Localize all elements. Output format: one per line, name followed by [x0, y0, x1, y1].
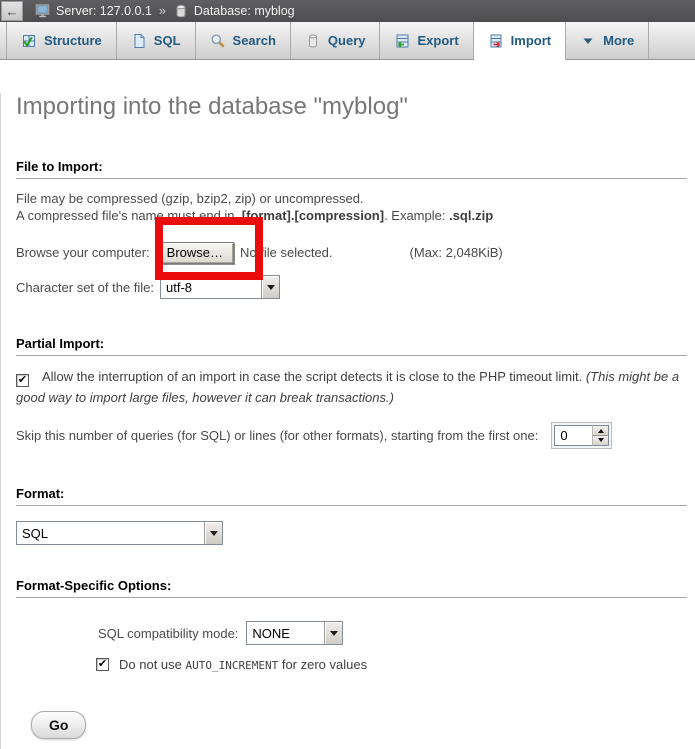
browse-row: Browse your computer: Browse… No file se… [16, 241, 687, 264]
query-icon [305, 33, 321, 49]
tab-search[interactable]: Search [196, 22, 291, 59]
phpmyadmin-import-page: ← Server: 127.0.0.1 » Database: myblog S… [0, 0, 695, 716]
line2-mid: . Example: [384, 208, 449, 223]
breadcrumb-database[interactable]: Database: myblog [194, 4, 295, 18]
skip-queries-label: Skip this number of queries (for SQL) or… [16, 428, 538, 443]
sql-compatibility-label: SQL compatibility mode: [98, 626, 238, 641]
skip-queries-stepper[interactable]: 0 [551, 422, 612, 449]
main-content: Importing into the database "myblog" Fil… [0, 93, 695, 749]
auto-increment-row: ✔ Do not use AUTO_INCREMENT for zero val… [96, 657, 687, 672]
section-heading-partial-import: Partial Import: [16, 336, 687, 356]
chevron-down-icon [580, 33, 596, 49]
breadcrumb-bar: ← Server: 127.0.0.1 » Database: myblog [0, 0, 695, 22]
import-icon [488, 33, 504, 49]
max-size-note: (Max: 2,048KiB) [410, 245, 503, 260]
format-selected-value: SQL [17, 522, 204, 544]
down-arrow-icon [598, 438, 604, 445]
tab-label: Structure [44, 33, 102, 48]
sql-compatibility-row: SQL compatibility mode: NONE [98, 621, 687, 645]
tab-bar: Structure SQL Search Query Export [0, 22, 695, 60]
charset-label: Character set of the file: [16, 280, 154, 295]
stepper-up-button[interactable] [593, 426, 608, 436]
allow-interruption-row: ✔ Allow the interruption of an import in … [16, 366, 684, 408]
line2-prefix: A compressed file's name must end in [16, 208, 238, 223]
go-button[interactable]: Go [31, 711, 86, 739]
line2-example: .sql.zip [449, 208, 493, 223]
tab-label: SQL [154, 33, 181, 48]
tab-export[interactable]: Export [380, 22, 473, 59]
line2-format-pattern: .[format].[compression] [238, 208, 384, 223]
stepper-down-button[interactable] [593, 436, 608, 445]
tab-label: Export [417, 33, 458, 48]
section-heading-format-specific-options: Format-Specific Options: [16, 578, 687, 598]
stepper-buttons [592, 425, 609, 446]
skip-queries-row: Skip this number of queries (for SQL) or… [16, 422, 687, 449]
auto-increment-text: Do not use AUTO_INCREMENT for zero value… [119, 657, 367, 672]
select-arrow-icon [204, 522, 222, 544]
tab-query[interactable]: Query [291, 22, 381, 59]
breadcrumb-server[interactable]: Server: 127.0.0.1 [56, 4, 152, 18]
browse-label: Browse your computer: [16, 245, 150, 260]
select-arrow-icon [324, 622, 342, 644]
breadcrumb-separator: » [159, 4, 166, 18]
select-arrow-icon [261, 276, 279, 298]
charset-selected-value: utf-8 [161, 276, 261, 298]
autoinc-suffix: for zero values [282, 657, 367, 672]
autoinc-code: AUTO_INCREMENT [186, 659, 279, 672]
server-icon [35, 3, 51, 19]
tab-label: Import [511, 33, 551, 48]
page-title: Importing into the database "myblog" [16, 93, 687, 121]
compression-info-line2: A compressed file's name must end in .[f… [16, 207, 687, 224]
tab-more[interactable]: More [566, 22, 649, 59]
allow-interruption-checkbox[interactable]: ✔ [16, 374, 29, 387]
allow-interruption-text: Allow the interruption of an import in c… [42, 369, 586, 384]
tab-structure[interactable]: Structure [6, 22, 117, 59]
tab-import[interactable]: Import [474, 22, 566, 60]
format-select[interactable]: SQL [16, 521, 223, 545]
charset-select[interactable]: utf-8 [160, 275, 280, 299]
section-heading-format: Format: [16, 486, 687, 506]
compression-info-line1: File may be compressed (gzip, bzip2, zip… [16, 190, 687, 207]
back-arrow-button[interactable]: ← [1, 1, 23, 21]
tab-sql[interactable]: SQL [117, 22, 196, 59]
browse-button[interactable]: Browse… [156, 242, 234, 264]
back-arrow-icon: ← [6, 4, 19, 19]
tab-label: Search [233, 33, 276, 48]
sql-icon [131, 33, 147, 49]
search-icon [210, 33, 226, 49]
charset-row: Character set of the file: utf-8 [16, 275, 687, 299]
sql-compatibility-select[interactable]: NONE [246, 621, 343, 645]
section-heading-file-to-import: File to Import: [16, 159, 687, 179]
skip-queries-value[interactable]: 0 [554, 425, 592, 446]
autoinc-prefix: Do not use [119, 657, 182, 672]
sql-compatibility-value: NONE [247, 622, 324, 644]
tab-label: Query [328, 33, 366, 48]
breadcrumb: Server: 127.0.0.1 » Database: myblog [35, 3, 295, 19]
up-arrow-icon [598, 426, 604, 433]
tab-label: More [603, 33, 634, 48]
export-icon [394, 33, 410, 49]
database-icon [173, 3, 189, 19]
no-file-selected-text: No file selected. [240, 245, 333, 260]
structure-icon [21, 33, 37, 49]
auto-increment-checkbox[interactable]: ✔ [96, 658, 109, 671]
